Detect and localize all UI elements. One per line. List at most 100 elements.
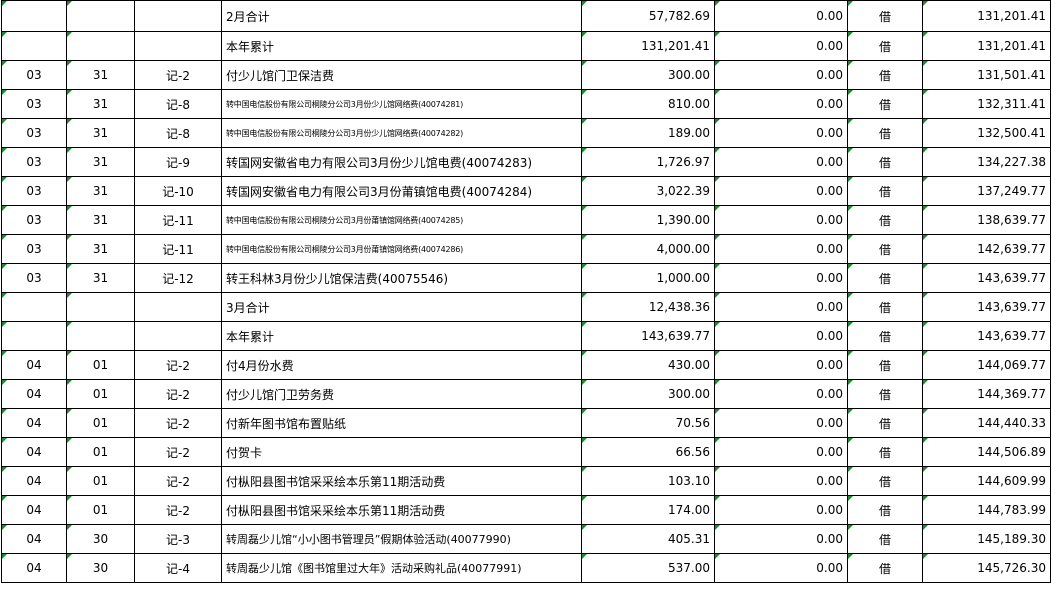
cell-balance[interactable]: 142,639.77	[922, 234, 1051, 264]
cell-summary[interactable]: 转王科林3月份少儿馆保洁费(40075546)	[221, 263, 582, 293]
cell-debit[interactable]: 189.00	[581, 118, 715, 148]
cell-voucher[interactable]: 记-4	[134, 553, 222, 583]
cell-summary[interactable]: 付少儿馆门卫劳务费	[221, 379, 582, 409]
cell-summary[interactable]: 3月合计	[221, 292, 582, 322]
cell-debit[interactable]: 537.00	[581, 553, 715, 583]
cell-month[interactable]	[1, 321, 67, 351]
cell-summary[interactable]: 付4月份水费	[221, 350, 582, 380]
cell-balance[interactable]: 143,639.77	[922, 321, 1051, 351]
cell-summary[interactable]: 转中国电信股份有限公司桐陵分公司3月份莆镇馆网络费(40074286)	[221, 234, 582, 264]
cell-summary[interactable]: 转中国电信股份有限公司桐陵分公司3月份莆镇馆网络费(40074285)	[221, 205, 582, 235]
cell-summary[interactable]: 转周磊少儿馆《图书馆里过大年》活动采购礼品(40077991)	[221, 553, 582, 583]
cell-summary[interactable]: 付新年图书馆布置贴纸	[221, 408, 582, 438]
cell-direction[interactable]: 借	[847, 60, 923, 90]
cell-month[interactable]: 04	[1, 408, 67, 438]
cell-summary[interactable]: 转中国电信股份有限公司桐陵分公司3月份少儿馆网络费(40074282)	[221, 118, 582, 148]
cell-month[interactable]	[1, 0, 67, 32]
cell-day[interactable]: 01	[66, 437, 135, 467]
cell-direction[interactable]: 借	[847, 89, 923, 119]
cell-month[interactable]: 03	[1, 118, 67, 148]
cell-day[interactable]: 31	[66, 205, 135, 235]
cell-day[interactable]: 31	[66, 60, 135, 90]
cell-direction[interactable]: 借	[847, 379, 923, 409]
cell-month[interactable]: 03	[1, 263, 67, 293]
cell-credit[interactable]: 0.00	[714, 321, 848, 351]
cell-summary[interactable]: 转中国电信股份有限公司桐陵分公司3月份少儿馆网络费(40074281)	[221, 89, 582, 119]
cell-voucher[interactable]: 记-11	[134, 205, 222, 235]
cell-direction[interactable]: 借	[847, 437, 923, 467]
cell-voucher[interactable]: 记-2	[134, 60, 222, 90]
cell-credit[interactable]: 0.00	[714, 147, 848, 177]
cell-balance[interactable]: 137,249.77	[922, 176, 1051, 206]
cell-balance[interactable]: 143,639.77	[922, 263, 1051, 293]
cell-debit[interactable]: 131,201.41	[581, 31, 715, 61]
cell-month[interactable]: 03	[1, 147, 67, 177]
cell-voucher[interactable]: 记-2	[134, 466, 222, 496]
cell-day[interactable]: 30	[66, 524, 135, 554]
cell-credit[interactable]: 0.00	[714, 553, 848, 583]
cell-debit[interactable]: 70.56	[581, 408, 715, 438]
cell-day[interactable]: 31	[66, 89, 135, 119]
cell-credit[interactable]: 0.00	[714, 176, 848, 206]
cell-balance[interactable]: 145,726.30	[922, 553, 1051, 583]
cell-month[interactable]: 04	[1, 379, 67, 409]
cell-direction[interactable]: 借	[847, 495, 923, 525]
cell-month[interactable]: 03	[1, 234, 67, 264]
cell-credit[interactable]: 0.00	[714, 31, 848, 61]
cell-direction[interactable]: 借	[847, 205, 923, 235]
cell-voucher[interactable]: 记-2	[134, 495, 222, 525]
cell-debit[interactable]: 3,022.39	[581, 176, 715, 206]
cell-voucher[interactable]: 记-2	[134, 437, 222, 467]
cell-balance[interactable]: 134,227.38	[922, 147, 1051, 177]
cell-debit[interactable]: 143,639.77	[581, 321, 715, 351]
cell-balance[interactable]: 138,639.77	[922, 205, 1051, 235]
cell-direction[interactable]: 借	[847, 350, 923, 380]
cell-voucher[interactable]	[134, 321, 222, 351]
cell-month[interactable]: 04	[1, 495, 67, 525]
cell-summary[interactable]: 付少儿馆门卫保洁费	[221, 60, 582, 90]
cell-direction[interactable]: 借	[847, 466, 923, 496]
cell-debit[interactable]: 300.00	[581, 379, 715, 409]
cell-credit[interactable]: 0.00	[714, 263, 848, 293]
cell-month[interactable]: 03	[1, 89, 67, 119]
cell-summary[interactable]: 2月合计	[221, 0, 582, 32]
cell-credit[interactable]: 0.00	[714, 437, 848, 467]
cell-direction[interactable]: 借	[847, 321, 923, 351]
cell-debit[interactable]: 174.00	[581, 495, 715, 525]
cell-direction[interactable]: 借	[847, 553, 923, 583]
cell-balance[interactable]: 144,369.77	[922, 379, 1051, 409]
cell-day[interactable]: 01	[66, 466, 135, 496]
cell-voucher[interactable]: 记-12	[134, 263, 222, 293]
cell-day[interactable]: 01	[66, 350, 135, 380]
cell-credit[interactable]: 0.00	[714, 60, 848, 90]
cell-direction[interactable]: 借	[847, 292, 923, 322]
cell-month[interactable]	[1, 31, 67, 61]
cell-direction[interactable]: 借	[847, 263, 923, 293]
cell-credit[interactable]: 0.00	[714, 234, 848, 264]
cell-voucher[interactable]: 记-8	[134, 118, 222, 148]
cell-summary[interactable]: 付枞阳县图书馆采采绘本乐第11期活动费	[221, 495, 582, 525]
cell-balance[interactable]: 144,440.33	[922, 408, 1051, 438]
cell-direction[interactable]: 借	[847, 408, 923, 438]
cell-credit[interactable]: 0.00	[714, 292, 848, 322]
cell-direction[interactable]: 借	[847, 234, 923, 264]
cell-summary[interactable]: 转周磊少儿馆“小小图书管理员”假期体验活动(40077990)	[221, 524, 582, 554]
cell-debit[interactable]: 12,438.36	[581, 292, 715, 322]
cell-summary[interactable]: 付贺卡	[221, 437, 582, 467]
cell-voucher[interactable]: 记-9	[134, 147, 222, 177]
cell-voucher[interactable]: 记-2	[134, 408, 222, 438]
cell-day[interactable]	[66, 292, 135, 322]
cell-balance[interactable]: 144,783.99	[922, 495, 1051, 525]
cell-day[interactable]: 01	[66, 379, 135, 409]
cell-balance[interactable]: 143,639.77	[922, 292, 1051, 322]
cell-summary[interactable]: 本年累计	[221, 321, 582, 351]
cell-direction[interactable]: 借	[847, 147, 923, 177]
cell-debit[interactable]: 103.10	[581, 466, 715, 496]
cell-credit[interactable]: 0.00	[714, 466, 848, 496]
cell-voucher[interactable]: 记-2	[134, 379, 222, 409]
cell-balance[interactable]: 144,506.89	[922, 437, 1051, 467]
cell-voucher[interactable]	[134, 292, 222, 322]
cell-debit[interactable]: 405.31	[581, 524, 715, 554]
cell-direction[interactable]: 借	[847, 524, 923, 554]
cell-credit[interactable]: 0.00	[714, 379, 848, 409]
